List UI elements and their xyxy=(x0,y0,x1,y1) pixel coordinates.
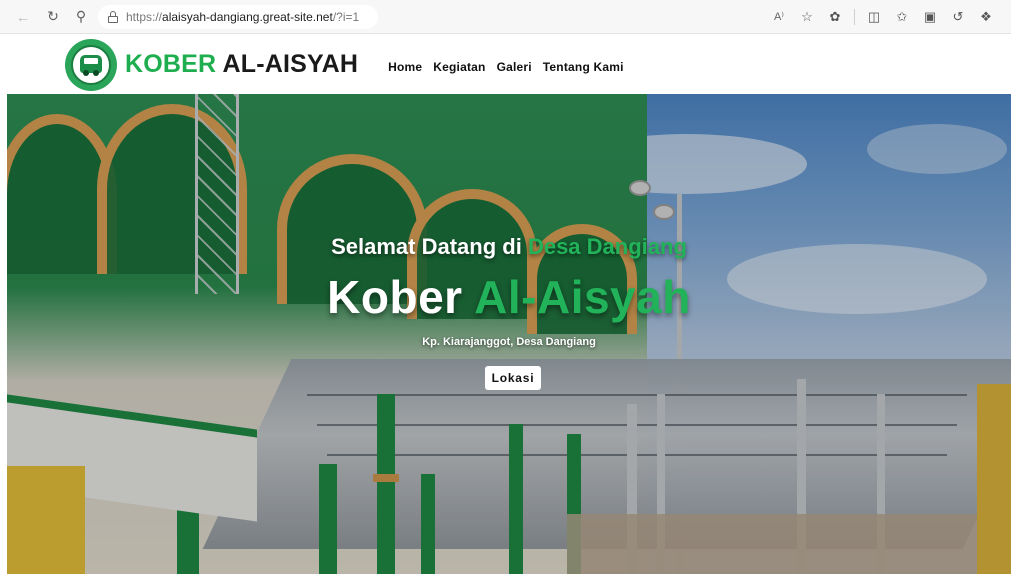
nav-galeri[interactable]: Galeri xyxy=(497,60,532,74)
search-icon[interactable]: ⚲ xyxy=(70,6,92,28)
url-host: alaisyah-dangiang.great-site.net xyxy=(162,9,333,24)
welcome-accent: Desa Dangiang xyxy=(527,234,687,259)
lokasi-button[interactable]: Lokasi xyxy=(485,366,541,390)
favorite-star-icon[interactable]: ☆ xyxy=(798,8,816,26)
back-icon[interactable]: ← xyxy=(12,6,34,28)
hero-welcome: Selamat Datang di Desa Dangiang xyxy=(7,234,1011,260)
toolbar-divider xyxy=(854,8,855,25)
address-bar[interactable]: https://alaisyah-dangiang.great-site.net… xyxy=(98,4,378,29)
main-nav: Home Kegiatan Galeri Tentang Kami xyxy=(388,60,624,74)
hero-section: Selamat Datang di Desa Dangiang Kober Al… xyxy=(7,94,1011,574)
school-logo[interactable] xyxy=(65,38,117,91)
welcome-text: Selamat Datang di xyxy=(331,234,528,259)
split-screen-icon[interactable]: ◫ xyxy=(865,8,883,26)
lock-icon[interactable] xyxy=(108,10,118,23)
browser-toolbar: ← ↻ ⚲ https://alaisyah-dangiang.great-si… xyxy=(0,0,1011,34)
hero-content: Selamat Datang di Desa Dangiang Kober Al… xyxy=(7,94,1011,574)
extensions-icon[interactable]: ✿ xyxy=(826,8,844,26)
bus-icon xyxy=(80,54,102,76)
nav-kegiatan[interactable]: Kegiatan xyxy=(433,60,485,74)
title-accent: Al-Aisyah xyxy=(474,271,691,323)
site-header: KOBER AL-AISYAH Home Kegiatan Galeri Ten… xyxy=(7,35,1011,94)
reload-icon[interactable]: ↻ xyxy=(42,6,64,28)
favorites-icon[interactable]: ✩ xyxy=(893,8,911,26)
title-text: Kober xyxy=(327,271,475,323)
collections-icon[interactable]: ▣ xyxy=(921,8,939,26)
browser-actions: A⁾ ☆ ✿ ◫ ✩ ▣ ↺ ❖ xyxy=(770,8,1011,26)
hero-subtitle: Kp. Kiarajanggot, Desa Dangiang xyxy=(422,336,596,348)
history-icon[interactable]: ↺ xyxy=(949,8,967,26)
brand-part-dark: AL-AISYAH xyxy=(216,50,359,78)
site-brand[interactable]: KOBER AL-AISYAH xyxy=(125,50,358,79)
nav-tentang-kami[interactable]: Tentang Kami xyxy=(543,60,624,74)
hero-title: Kober Al-Aisyah xyxy=(7,270,1011,324)
url-protocol: https:// xyxy=(126,9,163,24)
nav-home[interactable]: Home xyxy=(388,60,422,74)
copilot-icon[interactable]: ❖ xyxy=(977,8,995,26)
brand-part-green: KOBER xyxy=(125,50,217,78)
read-aloud-icon[interactable]: A⁾ xyxy=(770,8,788,26)
url-path: /?i=1 xyxy=(332,9,360,24)
